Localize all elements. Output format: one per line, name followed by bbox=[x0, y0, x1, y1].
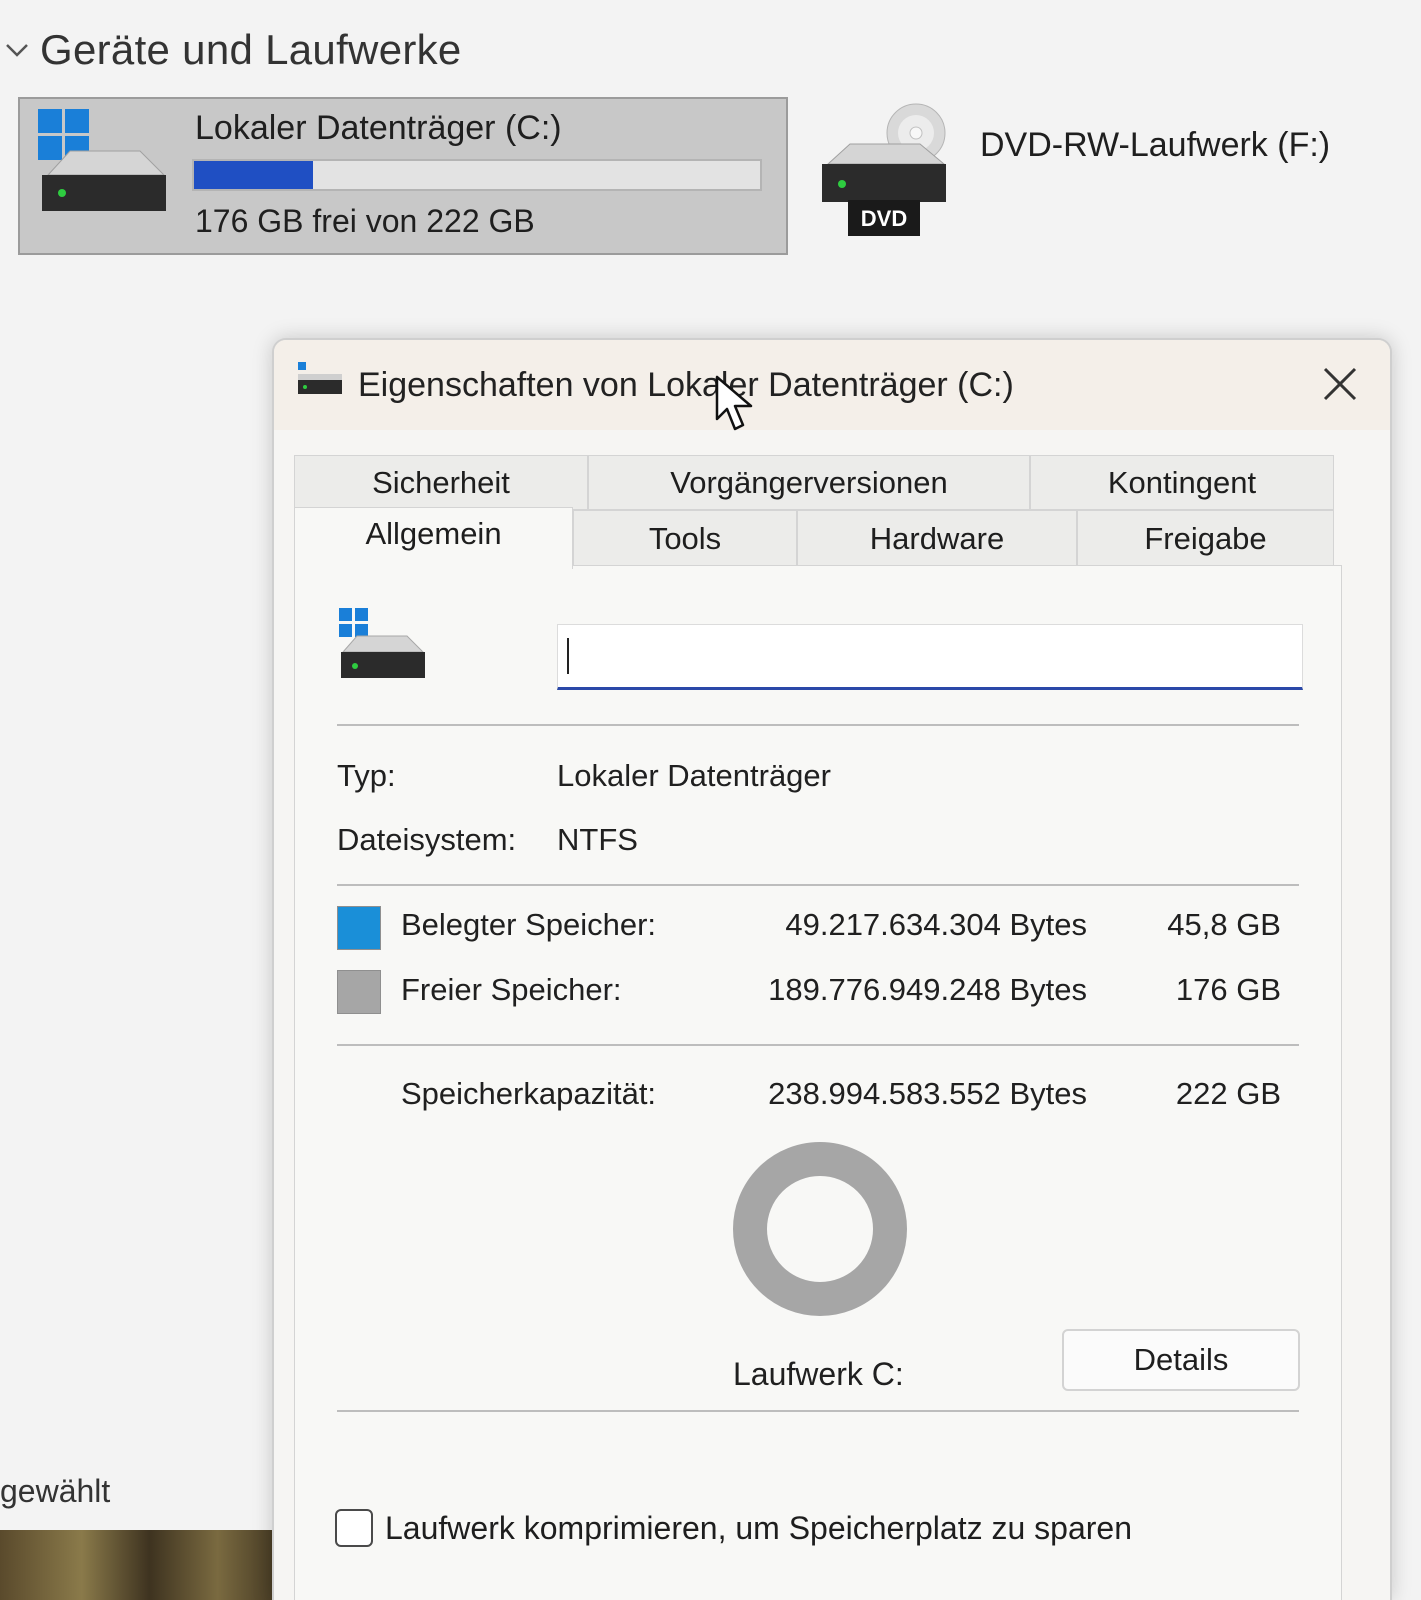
used-space-swatch bbox=[337, 906, 381, 950]
text-caret bbox=[567, 638, 569, 674]
drive-usage-bar-fill bbox=[194, 161, 313, 189]
dvd-icon-label: DVD bbox=[861, 206, 907, 231]
hard-drive-icon bbox=[298, 362, 342, 394]
drive-usage-bar bbox=[192, 159, 762, 191]
drive-name: Lokaler Datenträger (C:) bbox=[195, 109, 562, 147]
drive-free-text: 176 GB frei von 222 GB bbox=[195, 203, 535, 239]
divider bbox=[337, 724, 1299, 726]
close-icon bbox=[1323, 367, 1357, 401]
type-label: Typ: bbox=[337, 758, 396, 793]
divider bbox=[337, 1044, 1299, 1046]
mouse-cursor-icon bbox=[715, 375, 753, 431]
divider bbox=[337, 1410, 1299, 1412]
free-space-size: 176 GB bbox=[1175, 972, 1281, 1007]
divider bbox=[337, 884, 1299, 886]
dialog-titlebar[interactable]: Eigenschaften von Lokaler Datenträger (C… bbox=[274, 340, 1390, 430]
donut-free-segment bbox=[733, 1142, 907, 1316]
drive-label-input[interactable] bbox=[557, 624, 1303, 690]
drive-tile-c[interactable]: Lokaler Datenträger (C:) 176 GB frei von… bbox=[18, 97, 788, 255]
desktop-wallpaper bbox=[0, 1530, 272, 1600]
drive-name: DVD-RW-Laufwerk (F:) bbox=[980, 126, 1331, 164]
hard-drive-icon bbox=[42, 150, 166, 211]
free-space-bytes: 189.776.949.248 Bytes bbox=[768, 972, 1087, 1007]
used-space-size: 45,8 GB bbox=[1167, 907, 1281, 942]
compress-drive-checkbox-row[interactable]: Laufwerk komprimieren, um Speicherplatz … bbox=[335, 1509, 1132, 1547]
compress-drive-checkbox[interactable] bbox=[335, 1509, 373, 1547]
hard-drive-icon bbox=[339, 608, 425, 678]
used-space-bytes: 49.217.634.304 Bytes bbox=[785, 907, 1087, 942]
properties-dialog: Eigenschaften von Lokaler Datenträger (C… bbox=[272, 338, 1392, 1600]
tab-freigabe[interactable]: Freigabe bbox=[1077, 510, 1334, 568]
capacity-label: Speicherkapazität: bbox=[401, 1076, 657, 1111]
compress-drive-label: Laufwerk komprimieren, um Speicherplatz … bbox=[385, 1509, 1132, 1546]
used-space-label: Belegter Speicher: bbox=[401, 907, 657, 942]
capacity-bytes: 238.994.583.552 Bytes bbox=[768, 1076, 1087, 1111]
status-text: gewählt bbox=[0, 1473, 111, 1509]
tab-kontingent[interactable]: Kontingent bbox=[1030, 455, 1334, 510]
filesystem-label: Dateisystem: bbox=[337, 822, 517, 857]
free-space-label: Freier Speicher: bbox=[401, 972, 622, 1007]
tab-allgemein[interactable]: Allgemein bbox=[294, 507, 573, 569]
free-space-swatch bbox=[337, 970, 381, 1014]
drive-caption: Laufwerk C: bbox=[733, 1356, 904, 1392]
section-header-devices[interactable]: Geräte und Laufwerke bbox=[0, 22, 462, 78]
filesystem-value: NTFS bbox=[557, 822, 638, 857]
chevron-down-icon bbox=[6, 44, 28, 57]
dialog-title: Eigenschaften von Lokaler Datenträger (C… bbox=[358, 366, 1014, 404]
close-button[interactable] bbox=[1310, 354, 1370, 414]
drive-tile-dvd[interactable]: DVD DVD-RW-Laufwerk (F:) bbox=[820, 100, 1400, 250]
type-value: Lokaler Datenträger bbox=[557, 758, 831, 793]
capacity-size: 222 GB bbox=[1175, 1076, 1281, 1111]
dvd-drive-icon: DVD bbox=[822, 143, 946, 236]
tab-panel-allgemein: Typ: Lokaler Datenträger Dateisystem: NT… bbox=[294, 565, 1342, 1600]
tab-vorgaengerversionen[interactable]: Vorgängerversionen bbox=[588, 455, 1030, 510]
usage-donut-chart bbox=[733, 1142, 907, 1316]
tab-sicherheit[interactable]: Sicherheit bbox=[294, 455, 588, 510]
tab-hardware[interactable]: Hardware bbox=[797, 510, 1077, 568]
section-title: Geräte und Laufwerke bbox=[40, 26, 462, 73]
tab-tools[interactable]: Tools bbox=[573, 510, 797, 568]
details-button[interactable]: Details bbox=[1062, 1329, 1300, 1391]
tab-strip: Sicherheit Vorgängerversionen Kontingent… bbox=[294, 455, 1334, 575]
